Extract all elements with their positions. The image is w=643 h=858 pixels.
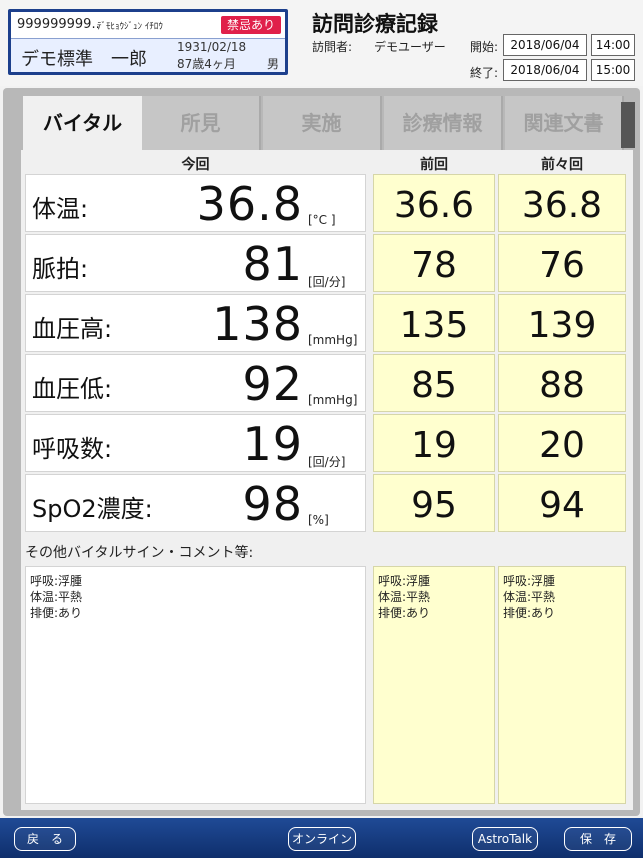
vital-current-value: 81	[242, 237, 303, 291]
alert-badge: 禁忌あり	[221, 16, 281, 34]
current-value-cell[interactable]: 血圧低: 92 [mmHg]	[25, 354, 366, 412]
before-previous-value-cell: 94	[498, 474, 626, 532]
vital-unit: [mmHg]	[308, 393, 358, 407]
vital-unit: [%]	[308, 513, 329, 527]
vital-previous-value: 19	[411, 425, 457, 466]
tab-clinical-info[interactable]: 診療情報	[384, 96, 503, 150]
vital-unit: [mmHg]	[308, 333, 358, 347]
current-value-cell[interactable]: 脈拍: 81 [回/分]	[25, 234, 366, 292]
vital-previous-value: 36.6	[393, 185, 475, 226]
footer-toolbar: 戻 る オンライン AstroTalk 保 存	[0, 818, 643, 858]
patient-name: デモ標準 一郎	[21, 49, 147, 70]
vital-label: 脈拍:	[32, 255, 89, 283]
visitor-name: デモユーザー	[374, 40, 446, 54]
start-date-field[interactable]: 2018/06/04	[503, 34, 587, 56]
column-before-previous: 前々回	[541, 157, 583, 173]
previous-value-cell: 85	[373, 354, 495, 412]
comment-heading: その他バイタルサイン・コメント等:	[25, 545, 254, 561]
previous-value-cell: 36.6	[373, 174, 495, 232]
current-value-cell[interactable]: 呼吸数: 19 [回/分]	[25, 414, 366, 472]
before-previous-value-cell: 76	[498, 234, 626, 292]
vital-before-previous-value: 94	[539, 485, 585, 526]
vital-label: 呼吸数:	[32, 435, 113, 463]
comment-previous: 呼吸:浮腫 体温:平熱 排便:あり	[373, 566, 495, 804]
tab-bar: バイタル 所見 実施 診療情報 関連文書	[23, 96, 639, 150]
vital-before-previous-value: 88	[539, 365, 585, 406]
patient-dob: 1931/02/18	[177, 40, 247, 54]
vital-current-value: 36.8	[196, 177, 303, 231]
patient-age: 87歳4ヶ月	[177, 57, 236, 71]
comment-before-previous: 呼吸:浮腫 体温:平熱 排便:あり	[498, 566, 626, 804]
vital-before-previous-value: 20	[539, 425, 585, 466]
vital-before-previous-value: 76	[539, 245, 585, 286]
vital-row-respiration: 呼吸数: 19 [回/分] 19 20	[25, 414, 626, 472]
current-value-cell[interactable]: SpO2濃度: 98 [%]	[25, 474, 366, 532]
tab-related-docs[interactable]: 関連文書	[505, 96, 624, 150]
previous-value-cell: 135	[373, 294, 495, 352]
before-previous-value-cell: 36.8	[498, 174, 626, 232]
patient-id: 999999999..	[17, 17, 100, 32]
comment-current-textarea[interactable]: 呼吸:浮腫 体温:平熱 排便:あり	[25, 566, 366, 804]
patient-card[interactable]: 999999999.. ﾃﾞﾓﾋｮｳｼﾞｭﾝ ｲﾁﾛｳ 禁忌あり デモ標準 一郎…	[8, 9, 288, 75]
start-label: 開始:	[470, 40, 499, 54]
vital-label: 体温:	[32, 195, 89, 223]
current-value-cell[interactable]: 血圧高: 138 [mmHg]	[25, 294, 366, 352]
vital-label: 血圧高:	[32, 315, 113, 343]
save-button[interactable]: 保 存	[564, 827, 632, 851]
vital-previous-value: 78	[411, 245, 457, 286]
patient-sex: 男	[267, 57, 280, 71]
vital-previous-value: 85	[411, 365, 457, 406]
vital-current-value: 19	[242, 417, 303, 471]
astrotalk-button[interactable]: AstroTalk	[472, 827, 538, 851]
vital-current-value: 138	[212, 297, 303, 351]
end-time-field[interactable]: 15:00	[591, 59, 635, 81]
vital-row-temperature: 体温: 36.8 [°C ] 36.6 36.8	[25, 174, 626, 232]
vital-unit: [回/分]	[308, 455, 346, 469]
vital-label: 血圧低:	[32, 375, 113, 403]
vital-before-previous-value: 36.8	[521, 185, 603, 226]
previous-value-cell: 95	[373, 474, 495, 532]
vital-unit: [回/分]	[308, 275, 346, 289]
column-current: 今回	[181, 157, 210, 173]
vital-row-spo2: SpO2濃度: 98 [%] 95 94	[25, 474, 626, 532]
vital-previous-value: 95	[411, 485, 457, 526]
tab-vitals[interactable]: バイタル	[23, 96, 142, 150]
end-date-field[interactable]: 2018/06/04	[503, 59, 587, 81]
vital-label: SpO2濃度:	[32, 495, 153, 523]
vitals-content: 今回 前回 前々回 体温: 36.8 [°C ] 36.6 36.8 脈拍: 8…	[21, 150, 633, 810]
vital-current-value: 98	[242, 477, 303, 531]
main-panel: バイタル 所見 実施 診療情報 関連文書 今回 前回 前々回 体温: 36.8 …	[3, 88, 640, 816]
visitor-label: 訪問者:	[312, 40, 353, 54]
tab-procedures[interactable]: 実施	[263, 96, 382, 150]
vital-previous-value: 135	[399, 305, 469, 346]
tab-findings[interactable]: 所見	[142, 96, 261, 150]
previous-value-cell: 19	[373, 414, 495, 472]
end-label: 終了:	[470, 66, 499, 80]
header: 999999999.. ﾃﾞﾓﾋｮｳｼﾞｭﾝ ｲﾁﾛｳ 禁忌あり デモ標準 一郎…	[0, 0, 643, 86]
start-time-field[interactable]: 14:00	[591, 34, 635, 56]
before-previous-value-cell: 88	[498, 354, 626, 412]
current-value-cell[interactable]: 体温: 36.8 [°C ]	[25, 174, 366, 232]
vital-row-pulse: 脈拍: 81 [回/分] 78 76	[25, 234, 626, 292]
column-previous: 前回	[420, 157, 448, 173]
vital-row-bp-high: 血圧高: 138 [mmHg] 135 139	[25, 294, 626, 352]
vital-current-value: 92	[242, 357, 303, 411]
previous-value-cell: 78	[373, 234, 495, 292]
before-previous-value-cell: 139	[498, 294, 626, 352]
vital-before-previous-value: 139	[527, 305, 597, 346]
patient-kana: ﾃﾞﾓﾋｮｳｼﾞｭﾝ ｲﾁﾛｳ	[97, 22, 163, 32]
page-title: 訪問診療記録	[312, 12, 438, 36]
back-button[interactable]: 戻 る	[14, 827, 76, 851]
vital-row-bp-low: 血圧低: 92 [mmHg] 85 88	[25, 354, 626, 412]
before-previous-value-cell: 20	[498, 414, 626, 472]
online-button[interactable]: オンライン	[288, 827, 356, 851]
patient-id-row: 999999999.. ﾃﾞﾓﾋｮｳｼﾞｭﾝ ｲﾁﾛｳ 禁忌あり	[11, 12, 285, 39]
tab-scroll-handle[interactable]	[621, 102, 635, 148]
vital-unit: [°C ]	[308, 213, 336, 227]
